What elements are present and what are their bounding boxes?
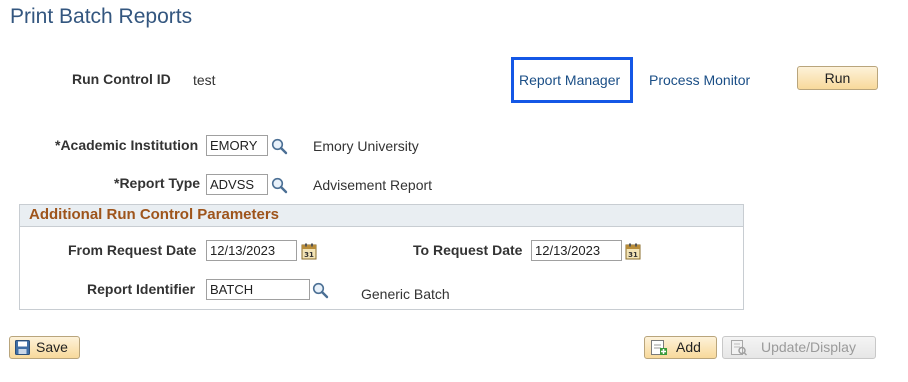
report-type-label: *Report Type	[114, 175, 201, 191]
add-icon	[651, 340, 667, 355]
from-request-date-label: From Request Date	[68, 242, 197, 258]
save-button[interactable]: Save	[9, 336, 80, 359]
save-icon	[15, 340, 30, 355]
add-button-label: Add	[676, 339, 701, 355]
run-control-label: Run Control ID	[72, 71, 171, 87]
run-button[interactable]: Run	[797, 66, 878, 90]
to-request-date-label: To Request Date	[413, 242, 523, 258]
report-manager-link[interactable]: Report Manager	[519, 72, 620, 88]
report-identifier-label: Report Identifier	[87, 281, 196, 297]
update-display-button[interactable]: Update/Display	[722, 336, 876, 359]
academic-institution-lookup-magnifier-icon[interactable]	[271, 138, 288, 155]
report-identifier-description: Generic Batch	[361, 286, 450, 302]
run-button-label: Run	[824, 70, 851, 86]
svg-text:31: 31	[628, 251, 638, 259]
from-date-calendar-icon[interactable]: 31	[301, 243, 317, 260]
report-identifier-input[interactable]: BATCH	[206, 279, 310, 300]
run-control-value: test	[193, 72, 216, 88]
from-request-date-input[interactable]: 12/13/2023	[206, 240, 297, 261]
additional-parameters-title: Additional Run Control Parameters	[29, 206, 280, 223]
svg-text:31: 31	[304, 251, 314, 259]
report-type-input[interactable]: ADVSS	[206, 174, 268, 195]
add-button[interactable]: Add	[644, 336, 717, 359]
save-button-label: Save	[36, 339, 68, 355]
academic-institution-label: *Academic Institution	[55, 137, 199, 153]
update-display-icon	[731, 340, 747, 356]
page-title: Print Batch Reports	[10, 5, 193, 28]
academic-institution-description: Emory University	[313, 138, 419, 154]
report-type-description: Advisement Report	[313, 177, 433, 193]
update-display-button-label: Update/Display	[761, 339, 856, 355]
academic-institution-input[interactable]: EMORY	[206, 135, 268, 156]
process-monitor-link[interactable]: Process Monitor	[649, 72, 750, 88]
to-request-date-input[interactable]: 12/13/2023	[531, 240, 622, 261]
report-type-lookup-magnifier-icon[interactable]	[271, 177, 288, 194]
report-identifier-lookup-magnifier-icon[interactable]	[312, 282, 329, 299]
to-date-calendar-icon[interactable]: 31	[625, 243, 641, 260]
